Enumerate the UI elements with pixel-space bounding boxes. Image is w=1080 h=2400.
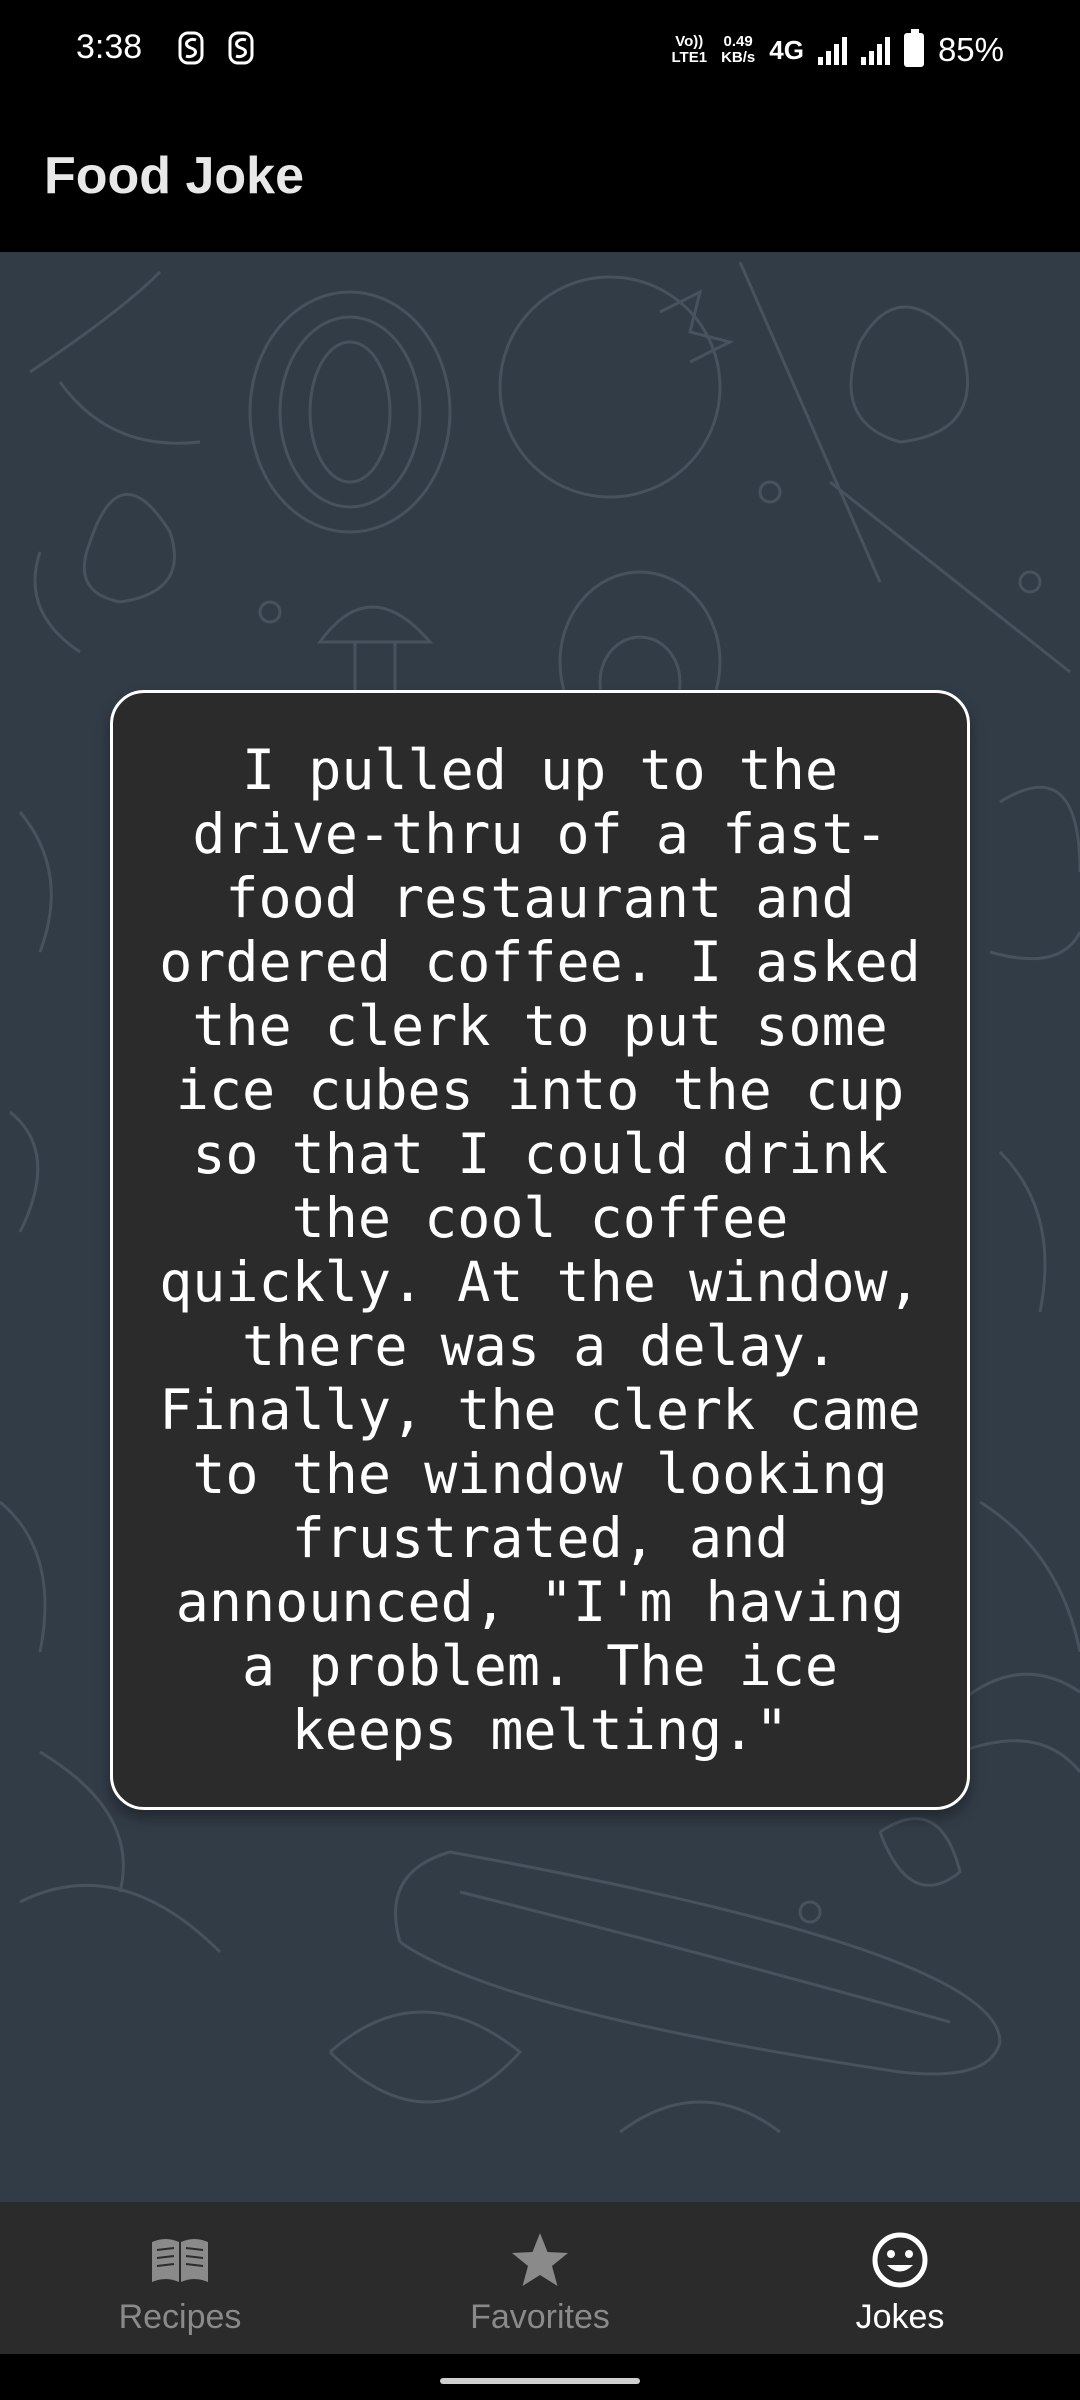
- notification-icon: [228, 31, 254, 65]
- network-type: 4G: [769, 34, 804, 65]
- star-icon: [512, 2233, 568, 2286]
- joke-card: I pulled up to the drive-thru of a fast-…: [110, 690, 970, 1810]
- signal-icon: [817, 35, 847, 65]
- nav-label-jokes: Jokes: [855, 2298, 945, 2336]
- volte-indicator: Vo)) LTE1: [672, 34, 708, 66]
- status-time: 3:38: [76, 28, 143, 66]
- battery-percent: 85%: [937, 31, 1004, 68]
- status-indicators: Vo)) LTE1 0.49 KB/s 4G 85%: [672, 24, 1004, 76]
- signal-icon: [860, 35, 890, 65]
- nav-item-favorites[interactable]: Favorites: [360, 2202, 720, 2354]
- page-title: Food Joke: [44, 147, 305, 205]
- status-bar: 3:38 Vo)) LTE1 0.49 KB/s 4G 85%: [0, 0, 1080, 100]
- nav-label-recipes: Recipes: [118, 2298, 242, 2336]
- joke-text: I pulled up to the drive-thru of a fast-…: [159, 738, 921, 1762]
- speed-unit: KB/s: [721, 49, 756, 66]
- volte-bottom: LTE1: [671, 49, 708, 66]
- gesture-area: [0, 2354, 1080, 2400]
- nav-item-jokes[interactable]: Jokes: [720, 2202, 1080, 2354]
- gesture-handle[interactable]: [440, 2378, 640, 2384]
- volte-top: Vo)): [675, 33, 704, 50]
- screen: 3:38 Vo)) LTE1 0.49 KB/s 4G 85% Food Jok…: [0, 0, 1080, 2400]
- speed-value: 0.49: [723, 33, 753, 50]
- nav-item-recipes[interactable]: Recipes: [0, 2202, 360, 2354]
- smiley-icon: [872, 2232, 928, 2288]
- nav-label-favorites: Favorites: [470, 2298, 610, 2336]
- battery-icon: [903, 29, 924, 67]
- app-bar: Food Joke: [0, 100, 1080, 252]
- content-area: I pulled up to the drive-thru of a fast-…: [0, 252, 1080, 2202]
- book-icon: [152, 2239, 208, 2282]
- notification-icon: [178, 31, 204, 65]
- bottom-navigation: Recipes Favorites Jokes: [0, 2202, 1080, 2354]
- network-speed: 0.49 KB/s: [721, 34, 755, 66]
